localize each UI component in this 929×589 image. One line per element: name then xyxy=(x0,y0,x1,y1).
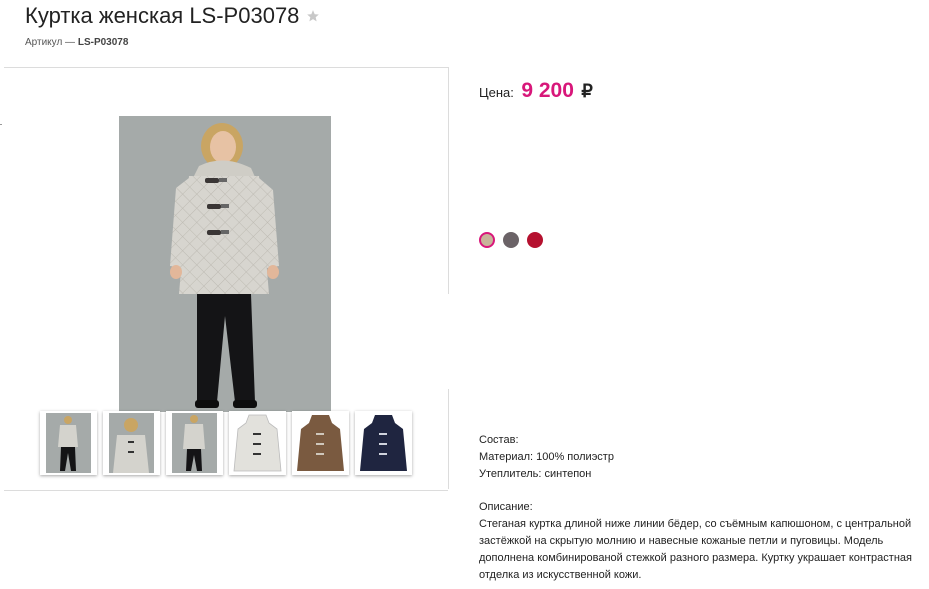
thumbnail-3[interactable] xyxy=(166,411,223,475)
composition-insulation: Утеплитель: синтепон xyxy=(479,468,592,480)
thumbnail-strip xyxy=(40,411,418,477)
composition-heading: Состав: xyxy=(479,434,519,446)
thumbnail-4[interactable] xyxy=(229,411,286,475)
composition-block: Состав: Материал: 100% полиэстр Утеплите… xyxy=(479,432,924,483)
composition-material: Материал: 100% полиэстр xyxy=(479,451,614,463)
price-value: 9 200 xyxy=(521,79,574,102)
color-swatch-red[interactable] xyxy=(527,232,543,248)
main-product-photo[interactable] xyxy=(119,116,331,412)
description-text: Стеганая куртка длиной ниже линии бёдер,… xyxy=(479,518,912,581)
description-heading: Описание: xyxy=(479,501,533,513)
thumbnail-2[interactable] xyxy=(103,411,160,475)
color-swatches xyxy=(479,232,543,248)
thumbnail-1[interactable] xyxy=(40,411,97,475)
sku-line: Артикул — LS-P03078 xyxy=(25,37,128,48)
thumbnail-5[interactable] xyxy=(292,411,349,475)
star-icon[interactable] xyxy=(306,9,320,23)
gallery-divider xyxy=(448,67,449,294)
thumbnail-6[interactable] xyxy=(355,411,412,475)
description-block: Описание: Стеганая куртка длиной ниже ли… xyxy=(479,499,924,584)
color-swatch-gray[interactable] xyxy=(503,232,519,248)
currency-symbol: ₽ xyxy=(581,81,593,101)
price-label: Цена: xyxy=(479,85,514,100)
title-row: Куртка женская LS-P03078 xyxy=(25,2,320,30)
page-title: Куртка женская LS-P03078 xyxy=(25,3,300,28)
sku-label: Артикул — xyxy=(25,37,76,48)
gallery-divider-lower xyxy=(448,389,449,489)
color-swatch-beige[interactable] xyxy=(479,232,495,248)
edge-mark xyxy=(0,124,2,125)
price-row: Цена: 9 200 ₽ xyxy=(479,79,593,103)
sku-value: LS-P03078 xyxy=(77,37,129,48)
